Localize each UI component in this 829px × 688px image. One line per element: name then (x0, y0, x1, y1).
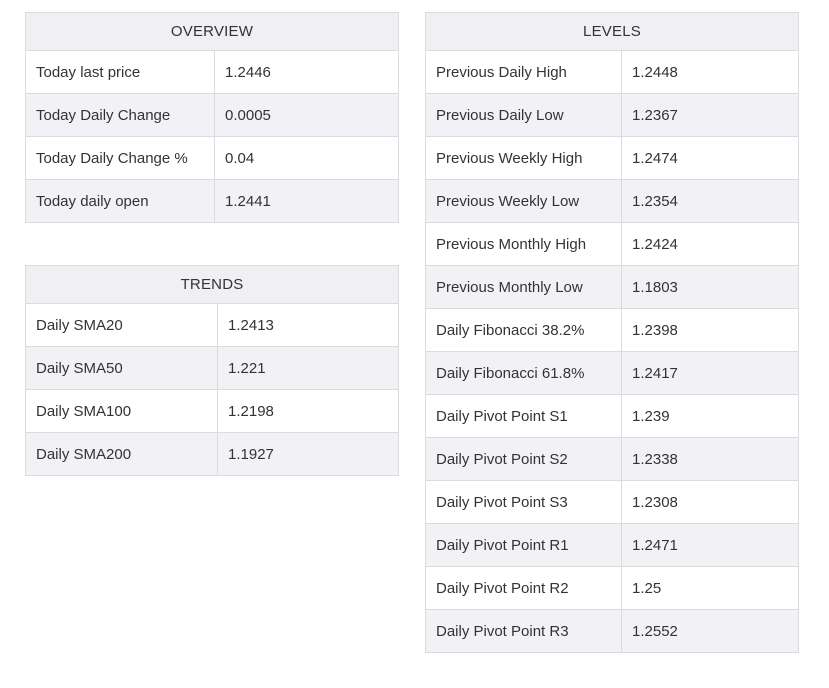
levels-value: 1.25 (621, 566, 799, 610)
levels-label: Previous Weekly Low (425, 179, 622, 223)
levels-label: Daily Pivot Point R1 (425, 523, 622, 567)
levels-value: 1.2354 (621, 179, 799, 223)
trends-label: Daily SMA50 (25, 346, 218, 390)
levels-value: 1.2308 (621, 480, 799, 524)
table-row: Today Daily Change % 0.04 (25, 136, 399, 180)
levels-label: Previous Weekly High (425, 136, 622, 180)
levels-label: Previous Daily Low (425, 93, 622, 137)
overview-table: OVERVIEW Today last price 1.2446 Today D… (25, 12, 399, 223)
trends-table: TRENDS Daily SMA20 1.2413 Daily SMA50 1.… (25, 265, 399, 476)
overview-label: Today last price (25, 50, 215, 94)
levels-label: Previous Monthly High (425, 222, 622, 266)
trends-value: 1.221 (217, 346, 399, 390)
table-row: Daily SMA50 1.221 (25, 346, 399, 390)
levels-label: Daily Pivot Point S1 (425, 394, 622, 438)
overview-title: OVERVIEW (25, 12, 399, 51)
levels-value: 1.2338 (621, 437, 799, 481)
overview-value: 1.2441 (214, 179, 399, 223)
trends-label: Daily SMA20 (25, 303, 218, 347)
table-row: Daily Pivot Point S3 1.2308 (425, 480, 799, 524)
levels-label: Daily Pivot Point R2 (425, 566, 622, 610)
table-row: Daily Pivot Point R3 1.2552 (425, 609, 799, 653)
trends-header-row: TRENDS (25, 265, 399, 304)
table-row: Daily Pivot Point S2 1.2338 (425, 437, 799, 481)
levels-value: 1.2367 (621, 93, 799, 137)
overview-label: Today Daily Change (25, 93, 215, 137)
overview-header-row: OVERVIEW (25, 12, 399, 51)
trends-value: 1.1927 (217, 432, 399, 476)
levels-table: LEVELS Previous Daily High 1.2448 Previo… (425, 12, 799, 653)
trends-value: 1.2413 (217, 303, 399, 347)
table-row: Previous Daily High 1.2448 (425, 50, 799, 94)
table-row: Today daily open 1.2441 (25, 179, 399, 223)
levels-label: Previous Daily High (425, 50, 622, 94)
levels-value: 1.2474 (621, 136, 799, 180)
overview-value: 1.2446 (214, 50, 399, 94)
levels-value: 1.2417 (621, 351, 799, 395)
table-row: Daily Pivot Point R1 1.2471 (425, 523, 799, 567)
trends-title: TRENDS (25, 265, 399, 304)
levels-label: Previous Monthly Low (425, 265, 622, 309)
overview-label: Today Daily Change % (25, 136, 215, 180)
levels-label: Daily Pivot Point R3 (425, 609, 622, 653)
table-row: Previous Weekly High 1.2474 (425, 136, 799, 180)
levels-label: Daily Fibonacci 61.8% (425, 351, 622, 395)
table-row: Daily Fibonacci 61.8% 1.2417 (425, 351, 799, 395)
levels-value: 1.239 (621, 394, 799, 438)
levels-header-row: LEVELS (425, 12, 799, 51)
levels-value: 1.2398 (621, 308, 799, 352)
overview-value: 0.04 (214, 136, 399, 180)
overview-value: 0.0005 (214, 93, 399, 137)
table-row: Today last price 1.2446 (25, 50, 399, 94)
levels-label: Daily Pivot Point S3 (425, 480, 622, 524)
table-row: Previous Monthly Low 1.1803 (425, 265, 799, 309)
levels-value: 1.2471 (621, 523, 799, 567)
levels-value: 1.2552 (621, 609, 799, 653)
levels-title: LEVELS (425, 12, 799, 51)
table-row: Daily SMA20 1.2413 (25, 303, 399, 347)
table-row: Daily SMA100 1.2198 (25, 389, 399, 433)
table-row: Daily Fibonacci 38.2% 1.2398 (425, 308, 799, 352)
table-row: Daily Pivot Point S1 1.239 (425, 394, 799, 438)
levels-label: Daily Fibonacci 38.2% (425, 308, 622, 352)
table-row: Previous Weekly Low 1.2354 (425, 179, 799, 223)
table-row: Daily SMA200 1.1927 (25, 432, 399, 476)
trends-label: Daily SMA100 (25, 389, 218, 433)
levels-value: 1.1803 (621, 265, 799, 309)
levels-value: 1.2424 (621, 222, 799, 266)
trends-value: 1.2198 (217, 389, 399, 433)
table-row: Today Daily Change 0.0005 (25, 93, 399, 137)
table-row: Previous Monthly High 1.2424 (425, 222, 799, 266)
levels-value: 1.2448 (621, 50, 799, 94)
table-row: Daily Pivot Point R2 1.25 (425, 566, 799, 610)
levels-label: Daily Pivot Point S2 (425, 437, 622, 481)
overview-label: Today daily open (25, 179, 215, 223)
table-row: Previous Daily Low 1.2367 (425, 93, 799, 137)
trends-label: Daily SMA200 (25, 432, 218, 476)
